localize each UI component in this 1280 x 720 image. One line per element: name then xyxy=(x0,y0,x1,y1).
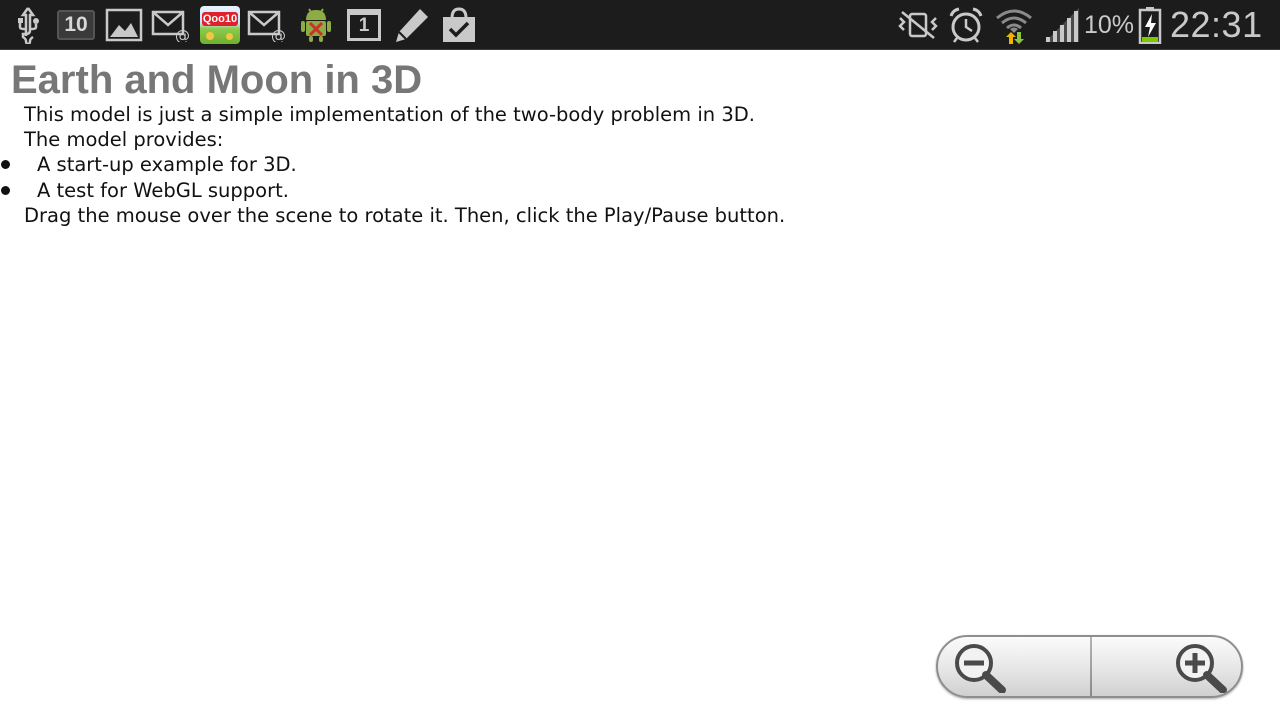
calendar-icon: 1 xyxy=(345,6,383,44)
email-icon: @ xyxy=(151,6,193,44)
shopping-bag-icon xyxy=(440,6,478,44)
intro-text: This model is just a simple implementati… xyxy=(24,103,755,126)
alarm-icon xyxy=(947,6,985,44)
bullet-icon xyxy=(1,160,10,169)
zoom-in-button[interactable] xyxy=(1089,637,1241,696)
svg-text:@: @ xyxy=(175,27,190,42)
page-title: Earth and Moon in 3D xyxy=(11,58,423,102)
zoom-out-button[interactable] xyxy=(938,637,1090,696)
zoom-in-icon xyxy=(1176,643,1227,693)
instructions-text: Drag the mouse over the scene to rotate … xyxy=(24,204,786,227)
notification-count-badge: 10 xyxy=(57,10,95,40)
svg-text:@: @ xyxy=(271,27,286,42)
status-bar: 10 @ Qoo10 @ 1 10% 22:31 xyxy=(0,0,1280,50)
android-debug-icon xyxy=(298,6,334,44)
calendar-day: 1 xyxy=(347,9,381,41)
gallery-icon xyxy=(105,6,143,44)
zoom-controls xyxy=(936,635,1243,698)
battery-charging-icon xyxy=(1138,6,1162,44)
qoo10-app-icon: Qoo10 xyxy=(199,6,241,44)
cell-signal-icon xyxy=(1043,6,1081,44)
email-icon: @ xyxy=(247,6,289,44)
qoo10-label: Qoo10 xyxy=(202,12,238,26)
clock: 22:31 xyxy=(1170,4,1263,45)
list-item-text: A test for WebGL support. xyxy=(37,178,289,202)
zoom-out-icon xyxy=(955,643,1006,693)
list-item-text: A start-up example for 3D. xyxy=(37,153,297,176)
pencil-icon xyxy=(393,6,431,44)
vibrate-icon xyxy=(897,6,939,44)
wifi-icon xyxy=(995,6,1033,44)
notification-count-icon: 10 xyxy=(56,6,96,44)
provides-text: The model provides: xyxy=(24,128,224,151)
bullet-icon xyxy=(1,185,10,195)
signal-percent: 10% xyxy=(1084,11,1135,39)
usb-icon xyxy=(14,6,42,44)
